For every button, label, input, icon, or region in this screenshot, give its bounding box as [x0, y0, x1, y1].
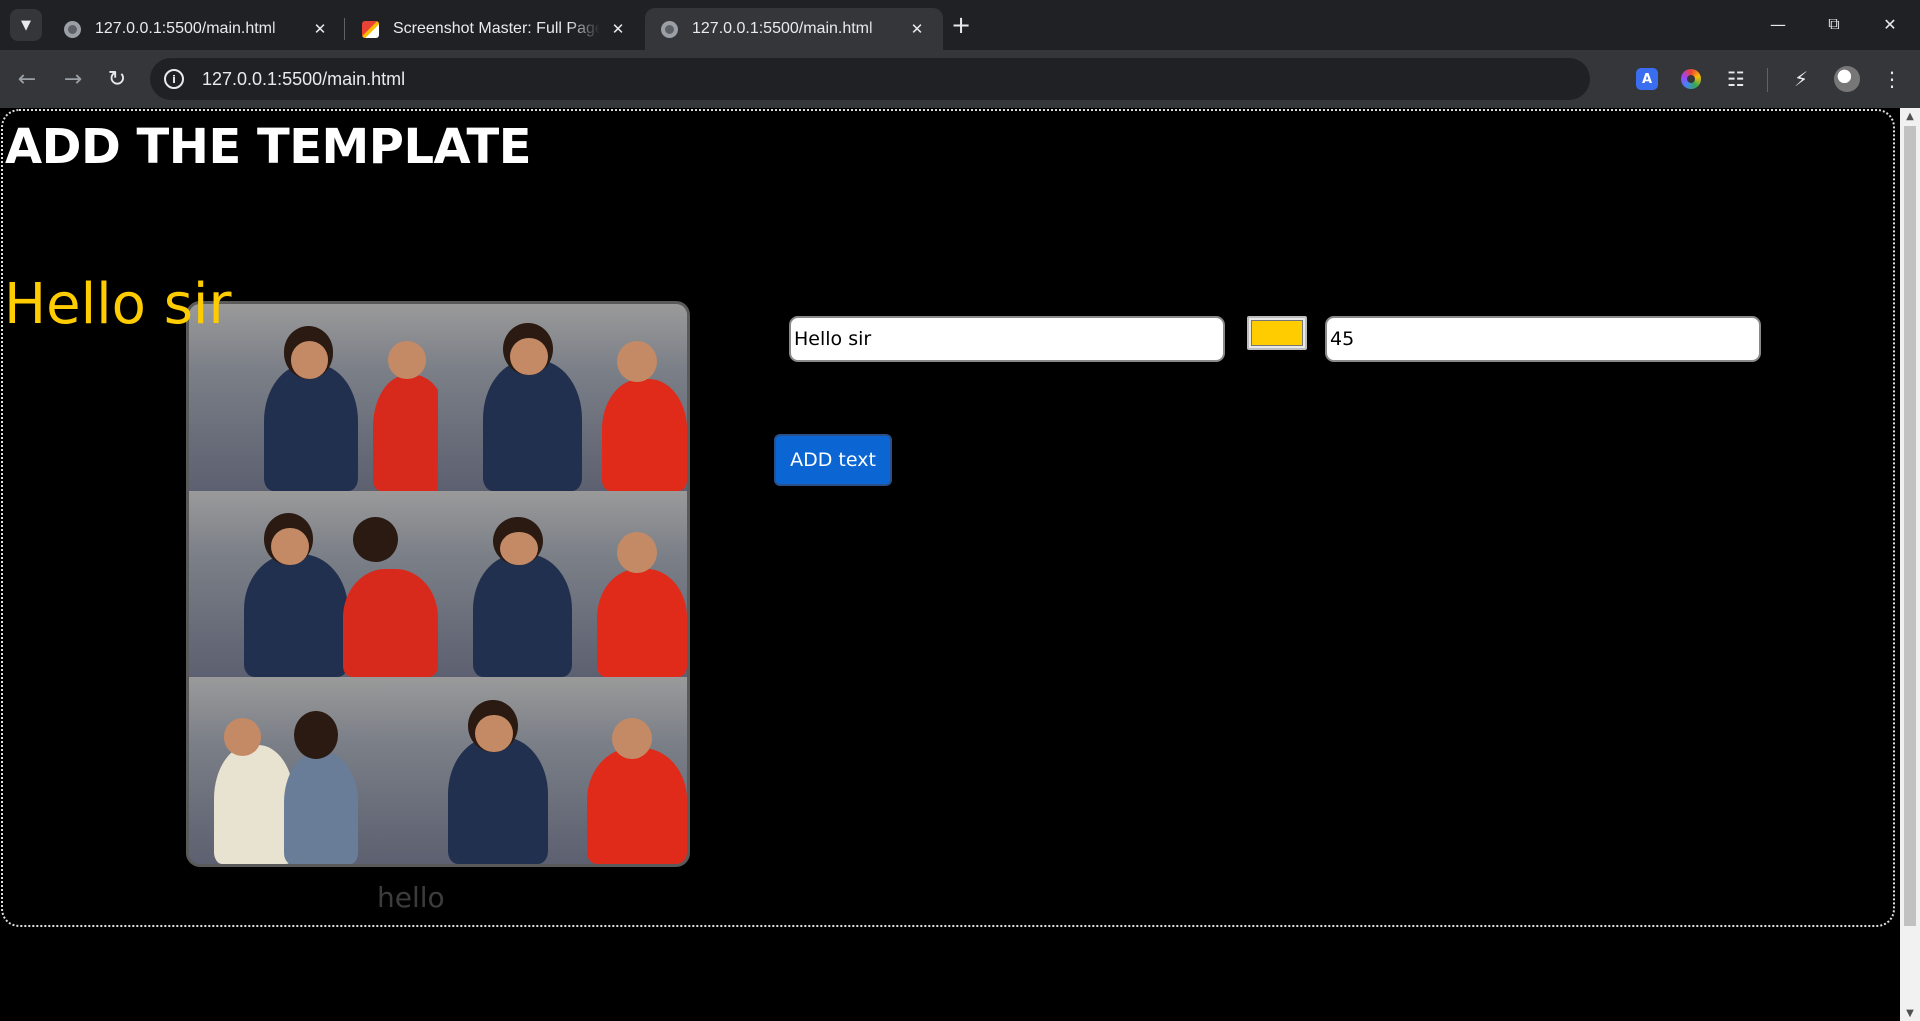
color-extension-icon[interactable] [1681, 69, 1701, 89]
tab-search-button[interactable]: ▼ [10, 9, 42, 41]
collage-cell [189, 677, 438, 864]
site-info-icon[interactable]: i [164, 69, 184, 89]
new-tab-button[interactable]: + [944, 8, 978, 42]
plus-icon: + [950, 11, 972, 39]
tab-main-html-2[interactable]: 127.0.0.1:5500/main.html ✕ [645, 8, 943, 50]
forward-button[interactable]: → [56, 62, 90, 96]
tab-divider [344, 18, 345, 40]
close-icon[interactable]: ✕ [608, 20, 628, 38]
image-caption: hello [377, 881, 445, 914]
more-menu-icon[interactable]: ⋮ [1878, 65, 1906, 93]
tab-strip: ▼ 127.0.0.1:5500/main.html ✕ Screenshot … [0, 0, 1920, 50]
font-size-input[interactable] [1325, 316, 1761, 362]
minimize-icon: — [1770, 14, 1786, 34]
restore-button[interactable]: ⧉ [1806, 0, 1862, 48]
overlay-text[interactable]: Hello sir [4, 265, 232, 345]
back-button[interactable]: ← [10, 62, 44, 96]
reload-icon: ↻ [107, 66, 127, 92]
scrollbar-thumb[interactable] [1904, 126, 1916, 926]
text-input[interactable] [789, 316, 1225, 362]
restore-icon: ⧉ [1828, 14, 1840, 33]
close-icon[interactable]: ✕ [907, 20, 927, 38]
scroll-down-arrow-icon[interactable]: ▼ [1900, 1005, 1920, 1021]
reload-button[interactable]: ↻ [100, 62, 134, 96]
template-image [186, 301, 690, 867]
color-picker[interactable] [1247, 316, 1307, 350]
collage-cell [438, 490, 687, 678]
address-bar[interactable]: i 127.0.0.1:5500/main.html [150, 58, 1590, 100]
tab-screenshot-master[interactable]: Screenshot Master: Full Page Ca ✕ [346, 8, 644, 50]
page-viewport: ADD THE TEMPLATE Hello sir hello Hello s… [0, 108, 1900, 1021]
url-text[interactable]: 127.0.0.1:5500/main.html [202, 69, 405, 90]
browser-toolbar: ← → ↻ i 127.0.0.1:5500/main.html 文 ☆ A ☷… [0, 50, 1920, 144]
tab-title: Screenshot Master: Full Page Ca [393, 20, 600, 37]
vertical-scrollbar[interactable]: ▲ ▼ [1900, 108, 1920, 1021]
translator-extension-icon[interactable]: A [1636, 68, 1658, 90]
collage-cell [438, 304, 687, 491]
back-arrow-icon: ← [17, 66, 37, 92]
forward-arrow-icon: → [63, 66, 83, 92]
tab-main-html-1[interactable]: 127.0.0.1:5500/main.html ✕ [48, 8, 346, 50]
collage-cell [438, 677, 687, 864]
screenshot-master-icon [362, 20, 379, 38]
tab-title: 127.0.0.1:5500/main.html [95, 20, 276, 37]
photo-collage [189, 304, 687, 864]
performance-icon[interactable]: ⚡ [1787, 65, 1815, 93]
page-title: ADD THE TEMPLATE [5, 119, 531, 175]
minimize-button[interactable]: — [1750, 0, 1806, 48]
color-picker-fill [1251, 320, 1303, 346]
globe-icon [64, 20, 81, 38]
toolbar-divider [1767, 68, 1768, 92]
close-icon[interactable]: ✕ [310, 20, 330, 38]
extensions-puzzle-icon[interactable]: ☷ [1722, 65, 1750, 93]
template-container: ADD THE TEMPLATE Hello sir hello Hello s… [1, 109, 1895, 927]
close-window-button[interactable]: ✕ [1862, 0, 1918, 48]
close-icon: ✕ [1883, 14, 1897, 34]
tab-title: 127.0.0.1:5500/main.html [692, 20, 873, 37]
collage-cell [189, 490, 438, 678]
scroll-up-arrow-icon[interactable]: ▲ [1900, 108, 1920, 124]
chevron-down-icon: ▼ [21, 17, 31, 33]
globe-icon [661, 20, 678, 38]
add-text-button[interactable]: ADD text [774, 434, 892, 486]
profile-avatar-icon[interactable] [1834, 66, 1860, 92]
